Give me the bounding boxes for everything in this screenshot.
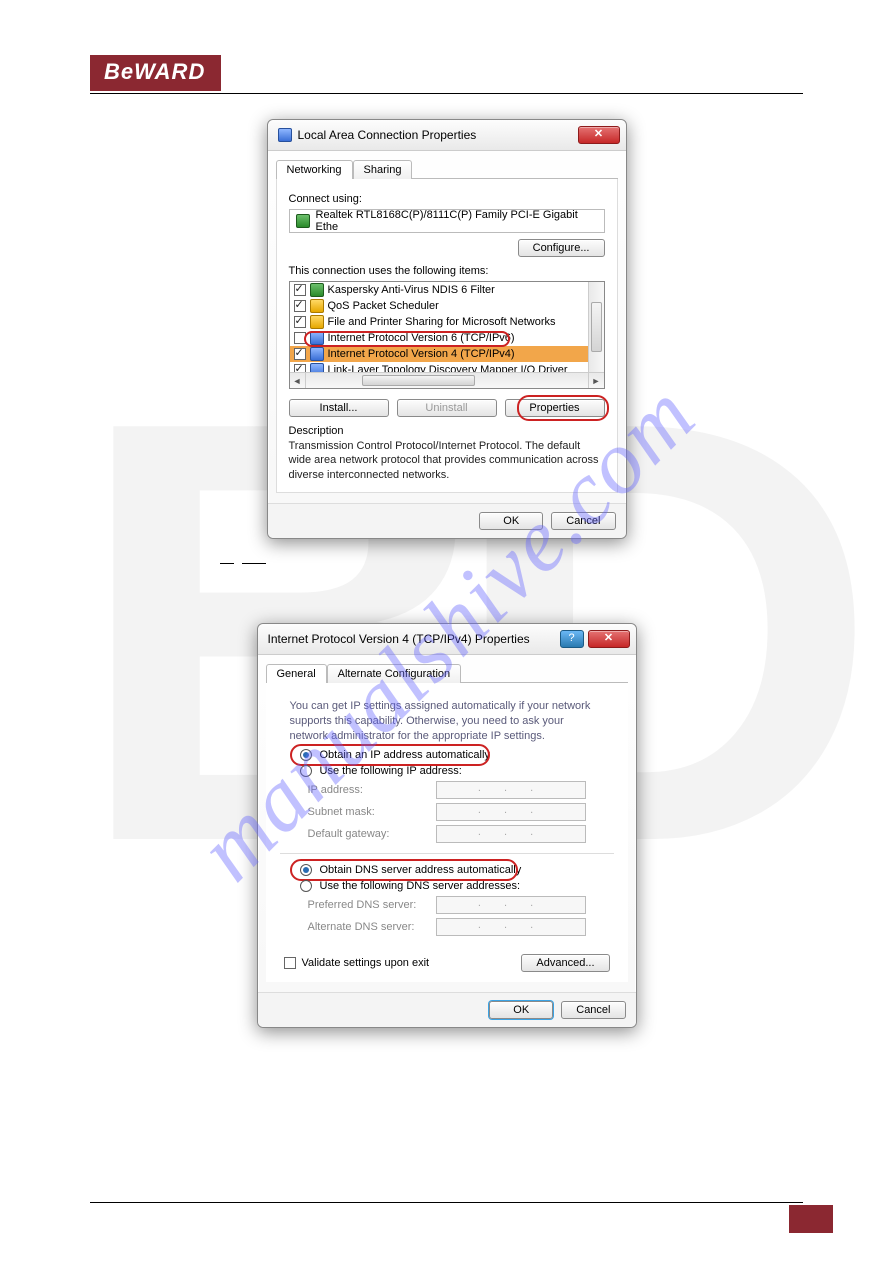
item-checkbox[interactable] [294,332,306,344]
ok-button[interactable]: OK [479,512,543,530]
alternate-dns-label: Alternate DNS server: [308,921,428,933]
adapter-name: Realtek RTL8168C(P)/8111C(P) Family PCI-… [316,209,598,233]
tab-networking[interactable]: Networking [276,160,353,179]
list-item[interactable]: Kaspersky Anti-Virus NDIS 6 Filter [290,282,604,298]
radio-manual-ip-label: Use the following IP address: [320,765,462,777]
horizontal-scrollbar[interactable]: ◄ ► [290,372,604,388]
dialog2-title: Internet Protocol Version 4 (TCP/IPv4) P… [268,632,530,646]
item-label: Internet Protocol Version 6 (TCP/IPv6) [328,332,515,344]
vertical-scrollbar[interactable] [588,282,604,372]
default-gateway-field[interactable]: . . . [436,825,586,843]
list-item[interactable]: Internet Protocol Version 6 (TCP/IPv6) [290,330,604,346]
ip-address-label: IP address: [308,784,428,796]
radio-auto-ip-label: Obtain an IP address automatically [320,749,490,761]
tab-alternate-configuration[interactable]: Alternate Configuration [327,664,462,683]
radio-auto-dns-label: Obtain DNS server address automatically [320,864,522,876]
radio-manual-ip[interactable] [300,765,312,777]
radio-auto-ip[interactable] [300,749,312,761]
radio-manual-dns[interactable] [300,880,312,892]
ip-settings-note: You can get IP settings assigned automat… [280,693,614,748]
radio-auto-dns[interactable] [300,864,312,876]
tab-general[interactable]: General [266,664,327,683]
brand-logo: BeWARD [90,55,221,91]
item-label: Internet Protocol Version 4 (TCP/IPv4) [328,348,515,360]
protocol-icon [310,299,324,313]
list-item[interactable]: File and Printer Sharing for Microsoft N… [290,314,604,330]
list-item[interactable]: Internet Protocol Version 4 (TCP/IPv4) [290,346,604,362]
item-checkbox[interactable] [294,300,306,312]
dialog2-titlebar: Internet Protocol Version 4 (TCP/IPv4) P… [258,624,636,655]
connection-items-listbox[interactable]: Kaspersky Anti-Virus NDIS 6 Filter QoS Pa… [289,281,605,389]
scroll-left-icon[interactable]: ◄ [290,373,306,388]
item-label: Kaspersky Anti-Virus NDIS 6 Filter [328,284,495,296]
item-checkbox[interactable] [294,316,306,328]
cancel-button[interactable]: Cancel [551,512,615,530]
configure-button[interactable]: Configure... [518,239,605,257]
uninstall-button[interactable]: Uninstall [397,399,497,417]
dialog1-title: Local Area Connection Properties [298,128,477,142]
protocol-icon [310,315,324,329]
description-text: Transmission Control Protocol/Internet P… [289,439,605,482]
help-icon[interactable]: ? [560,630,584,648]
protocol-icon [310,331,324,345]
connect-using-label: Connect using: [289,193,605,205]
protocol-icon [310,347,324,361]
advanced-button[interactable]: Advanced... [521,954,609,972]
protocol-icon [310,283,324,297]
dialog1-titlebar: Local Area Connection Properties ✕ [268,120,626,151]
alternate-dns-field[interactable]: . . . [436,918,586,936]
items-label: This connection uses the following items… [289,265,605,277]
ok-button[interactable]: OK [489,1001,553,1019]
properties-button[interactable]: Properties [505,399,605,417]
header-rule [90,93,803,94]
install-button[interactable]: Install... [289,399,389,417]
cancel-button[interactable]: Cancel [561,1001,625,1019]
adapter-field: Realtek RTL8168C(P)/8111C(P) Family PCI-… [289,209,605,233]
default-gateway-label: Default gateway: [308,828,428,840]
tab-sharing[interactable]: Sharing [353,160,413,179]
subnet-mask-field[interactable]: . . . [436,803,586,821]
item-checkbox[interactable] [294,284,306,296]
subnet-mask-label: Subnet mask: [308,806,428,818]
preferred-dns-label: Preferred DNS server: [308,899,428,911]
validate-settings-label: Validate settings upon exit [302,957,430,969]
adapter-icon [296,214,310,228]
scroll-right-icon[interactable]: ► [588,373,604,388]
footer-page-block [789,1205,833,1233]
validate-settings-checkbox[interactable] [284,957,296,969]
close-icon[interactable]: ✕ [588,630,630,648]
link-fragment-1 [220,563,234,564]
window-icon [278,128,292,142]
list-item[interactable]: QoS Packet Scheduler [290,298,604,314]
item-label: File and Printer Sharing for Microsoft N… [328,316,556,328]
close-icon[interactable]: ✕ [578,126,620,144]
preferred-dns-field[interactable]: . . . [436,896,586,914]
footer-rule [90,1202,803,1203]
radio-manual-dns-label: Use the following DNS server addresses: [320,880,521,892]
link-fragment-2 [242,563,266,564]
ip-address-field[interactable]: . . . [436,781,586,799]
description-label: Description [289,425,605,437]
item-checkbox[interactable] [294,348,306,360]
item-label: QoS Packet Scheduler [328,300,439,312]
